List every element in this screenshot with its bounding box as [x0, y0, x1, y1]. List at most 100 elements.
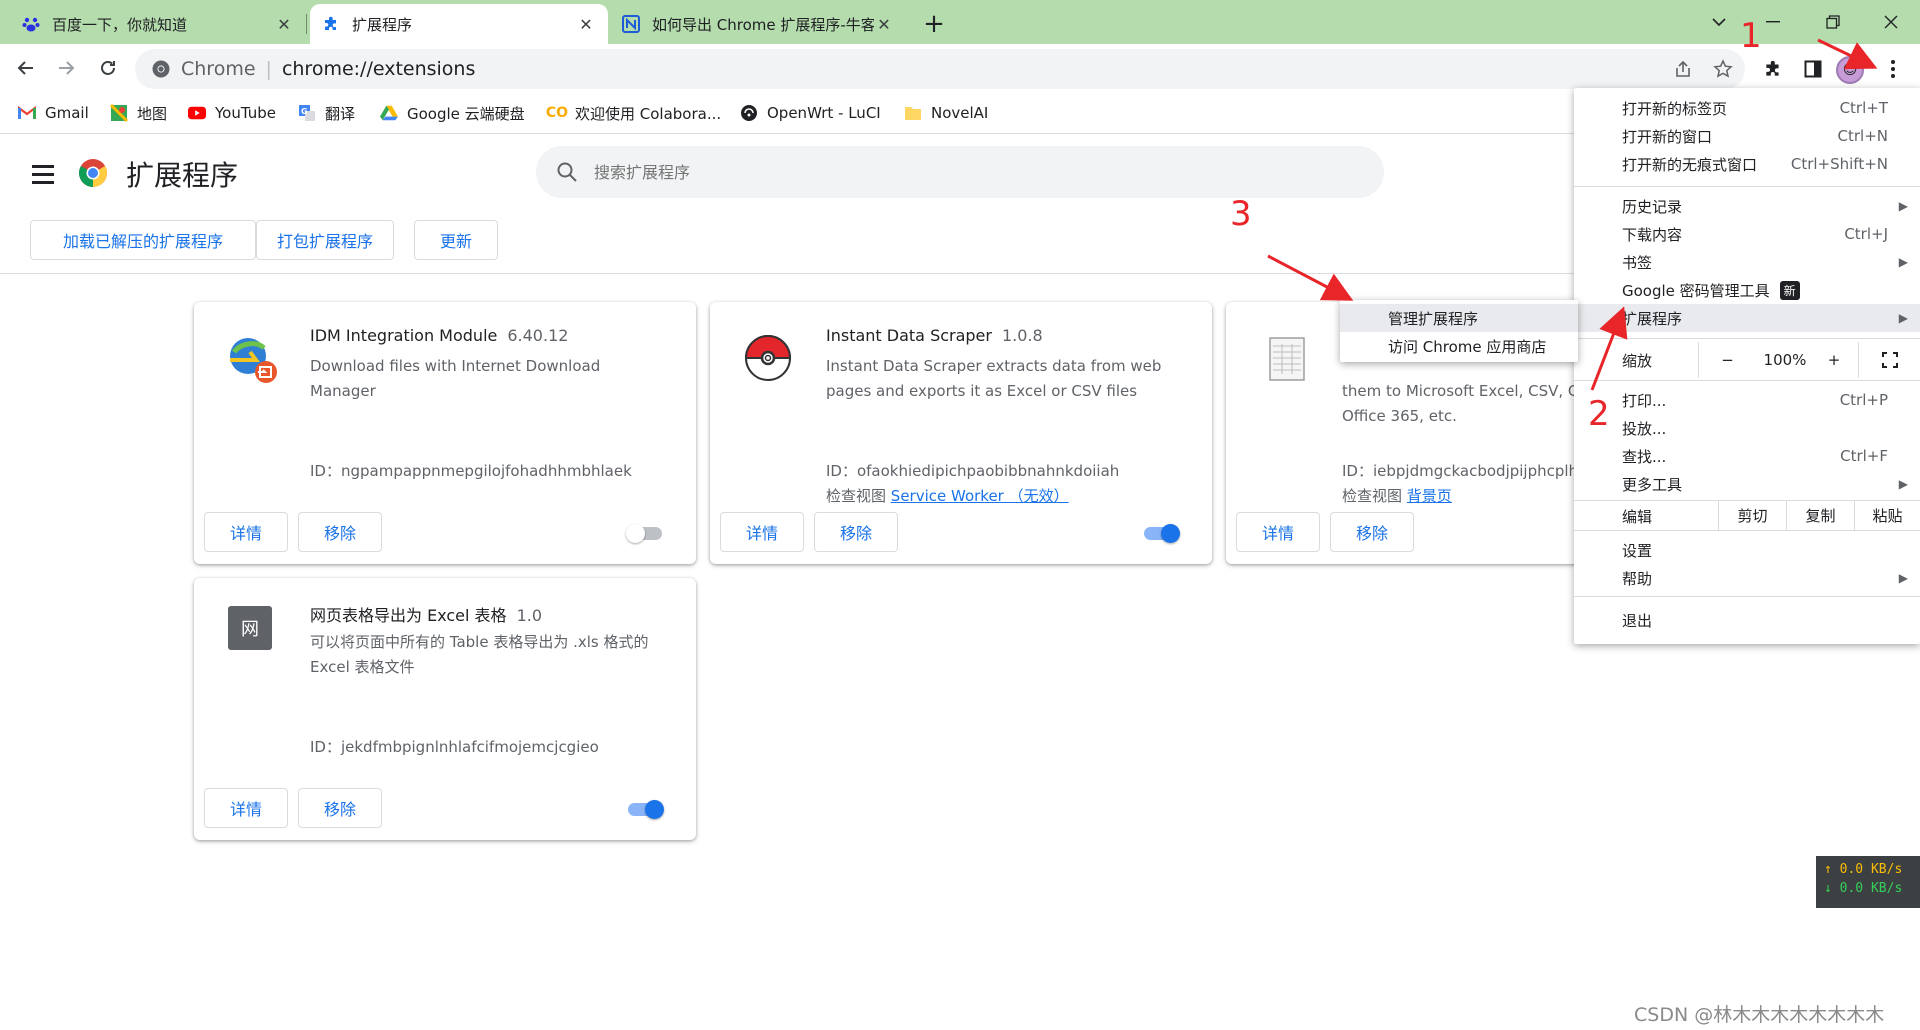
details-button[interactable]: 详情 [204, 512, 288, 552]
menu-item-new-tab[interactable]: 打开新的标签页 Ctrl+T [1574, 94, 1920, 122]
bookmark-maps[interactable]: 地图 [110, 102, 167, 124]
menu-divider [1574, 186, 1920, 187]
cut-button[interactable]: 剪切 [1718, 500, 1786, 530]
close-icon[interactable]: ✕ [874, 14, 894, 34]
remove-button[interactable]: 移除 [1330, 512, 1414, 552]
submenu-arrow-icon: ▶ [1898, 571, 1908, 585]
baidu-paw-icon [22, 15, 40, 33]
extension-card: Instant Data Scraper 1.0.8 Instant Data S… [710, 302, 1212, 564]
menu-item-incognito[interactable]: 打开新的无痕式窗口 Ctrl+Shift+N [1574, 150, 1920, 178]
restore-button[interactable] [1812, 6, 1854, 38]
remove-button[interactable]: 移除 [298, 788, 382, 828]
menu-item-bookmarks[interactable]: 书签 ▶ [1574, 248, 1920, 276]
extensions-puzzle-icon[interactable] [1756, 52, 1790, 86]
tab-nowcoder[interactable]: 如何导出 Chrome 扩展程序-牛客 ✕ [610, 4, 906, 44]
details-button[interactable]: 详情 [720, 512, 804, 552]
bookmark-translate[interactable]: G 翻译 [298, 102, 355, 124]
menu-item-label: Google 密码管理工具 [1622, 281, 1770, 300]
extension-id: ID：iebpjdmgckacbodjpijphcplh [1342, 462, 1579, 480]
search-icon [557, 162, 577, 182]
browser-toolbar: Chrome | chrome://extensions ☺ [0, 44, 1920, 92]
menu-item-exit[interactable]: 退出 [1574, 606, 1920, 634]
inspect-views: 检查视图 Service Worker （无效） [826, 485, 1069, 506]
tab-title: 扩展程序 [352, 15, 413, 34]
background-page-link[interactable]: 背景页 [1407, 487, 1452, 505]
menu-shortcut: Ctrl+J [1844, 225, 1888, 243]
fullscreen-button[interactable] [1858, 342, 1920, 378]
bookmark-colab[interactable]: CO 欢迎使用 Colabora... [545, 102, 721, 124]
remove-button[interactable]: 移除 [298, 512, 382, 552]
spreadsheet-icon [1269, 337, 1305, 381]
load-unpacked-button[interactable]: 加载已解压的扩展程序 [30, 220, 256, 260]
hamburger-menu-icon[interactable] [32, 160, 60, 188]
enable-toggle[interactable] [1142, 524, 1182, 543]
pack-extension-button[interactable]: 打包扩展程序 [256, 220, 394, 260]
copy-button[interactable]: 复制 [1786, 500, 1854, 530]
zoom-out-button[interactable]: − [1698, 342, 1756, 378]
paste-button[interactable]: 粘贴 [1854, 500, 1920, 530]
chrome-menu-button[interactable] [1876, 52, 1910, 86]
menu-item-label: 退出 [1622, 611, 1653, 630]
side-panel-icon[interactable] [1796, 52, 1830, 86]
menu-item-label: 书签 [1622, 253, 1653, 272]
enable-toggle[interactable] [626, 524, 666, 543]
menu-item-label: 历史记录 [1622, 197, 1683, 216]
zoom-in-button[interactable]: + [1814, 342, 1854, 378]
menu-item-cast[interactable]: 投放... [1574, 414, 1920, 442]
csdn-watermark: CSDN @林木木木木木木木木 [1634, 1004, 1885, 1026]
zoom-row: 缩放 − 100% + [1574, 342, 1920, 378]
extension-description: Download files with Internet Download Ma… [310, 357, 601, 400]
menu-item-downloads[interactable]: 下载内容 Ctrl+J [1574, 220, 1920, 248]
bookmark-novelai[interactable]: NovelAI [904, 102, 988, 124]
url-text: chrome://extensions [281, 58, 476, 80]
folder-icon [904, 104, 922, 122]
menu-item-new-window[interactable]: 打开新的窗口 Ctrl+N [1574, 122, 1920, 150]
enable-toggle[interactable] [626, 800, 666, 819]
reload-button[interactable] [92, 52, 124, 84]
menu-item-print[interactable]: 打印... Ctrl+P [1574, 386, 1920, 414]
profile-avatar[interactable]: ☺ [1836, 56, 1864, 84]
bookmark-drive[interactable]: Google 云端硬盘 [380, 102, 525, 124]
forward-button[interactable] [50, 52, 82, 84]
menu-item-label: 查找... [1622, 447, 1667, 466]
close-icon[interactable]: ✕ [576, 14, 596, 34]
menu-item-password-manager[interactable]: Google 密码管理工具 新 [1574, 276, 1920, 304]
tab-strip: 百度一下，你就知道 ✕ 扩展程序 ✕ 如何导出 Chrome 扩展程序-牛客 ✕… [0, 0, 1920, 44]
submenu-item-web-store[interactable]: 访问 Chrome 应用商店 [1340, 332, 1578, 360]
menu-item-more-tools[interactable]: 更多工具 ▶ [1574, 470, 1920, 498]
details-button[interactable]: 详情 [204, 788, 288, 828]
search-input[interactable] [594, 162, 1294, 182]
tab-extensions[interactable]: 扩展程序 ✕ [310, 4, 608, 44]
service-worker-link[interactable]: Service Worker （无效） [891, 487, 1069, 505]
menu-shortcut: Ctrl+P [1839, 391, 1888, 409]
extension-title: 网页表格导出为 Excel 表格 [310, 606, 507, 625]
details-button[interactable]: 详情 [1236, 512, 1320, 552]
puzzle-icon [322, 15, 340, 33]
close-window-button[interactable] [1870, 6, 1912, 38]
close-icon[interactable]: ✕ [274, 14, 294, 34]
inspect-views-label: 检查视图 [826, 487, 887, 505]
bookmark-gmail[interactable]: Gmail [18, 102, 89, 124]
menu-item-history[interactable]: 历史记录 ▶ [1574, 192, 1920, 220]
tab-baidu[interactable]: 百度一下，你就知道 ✕ [10, 4, 306, 44]
menu-item-find[interactable]: 查找... Ctrl+F [1574, 442, 1920, 470]
update-button[interactable]: 更新 [414, 220, 498, 260]
bookmark-star-icon[interactable] [1708, 54, 1738, 84]
tab-search-chevron-icon[interactable] [1698, 6, 1740, 38]
bookmark-youtube[interactable]: YouTube [188, 102, 276, 124]
extension-name: 网页表格导出为 Excel 表格 1.0 [310, 602, 542, 626]
menu-item-help[interactable]: 帮助 ▶ [1574, 564, 1920, 592]
bookmark-label: NovelAI [931, 104, 989, 122]
address-bar[interactable]: Chrome | chrome://extensions [135, 49, 1745, 89]
new-tab-button[interactable]: + [918, 8, 950, 40]
menu-item-settings[interactable]: 设置 [1574, 536, 1920, 564]
share-icon[interactable] [1668, 54, 1698, 84]
menu-item-extensions[interactable]: 扩展程序 ▶ [1574, 304, 1920, 332]
extension-search-box[interactable] [536, 146, 1384, 198]
bookmark-openwrt[interactable]: OpenWrt - LuCI [740, 102, 881, 124]
remove-button[interactable]: 移除 [814, 512, 898, 552]
submenu-item-manage-extensions[interactable]: 管理扩展程序 [1340, 304, 1578, 332]
inspect-views-label: 检查视图 [1342, 487, 1403, 505]
back-button[interactable] [10, 52, 42, 84]
colab-icon: CO [545, 105, 569, 121]
